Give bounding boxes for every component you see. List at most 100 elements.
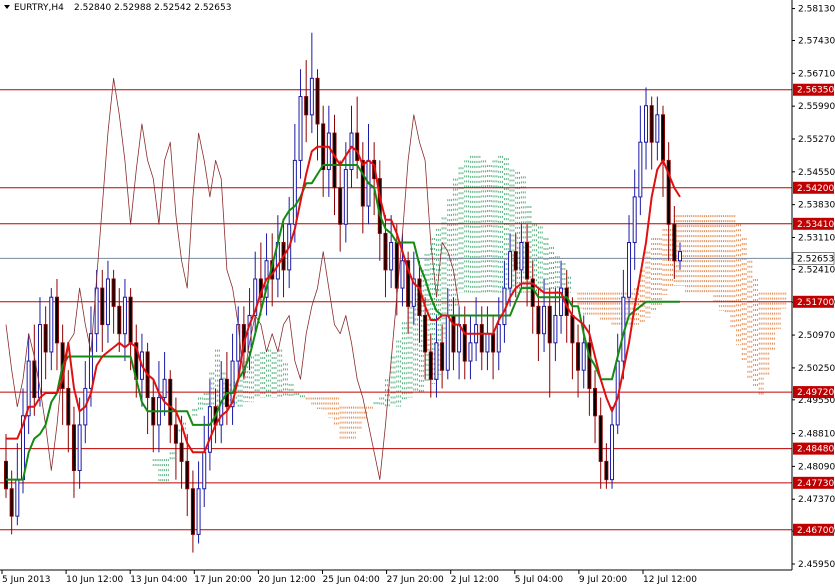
candle-body [417, 278, 422, 316]
candle-body [519, 242, 524, 271]
current-price-label: 2.52653 [797, 254, 834, 264]
candle-body [292, 159, 297, 225]
candle-body [43, 324, 48, 353]
candle-body [570, 314, 575, 344]
candle-body [236, 324, 241, 362]
level-price-label: 2.56350 [797, 86, 834, 96]
price-tick-label: 2.47370 [798, 495, 835, 505]
candle-body [678, 251, 682, 262]
level-price-label: 2.46700 [797, 526, 834, 536]
candle-body [179, 442, 184, 462]
candle-body [644, 105, 649, 143]
level-price-label: 2.51700 [797, 298, 834, 308]
time-tick-label: 27 Jun 20:00 [387, 575, 444, 584]
time-tick-label: 10 Jun 12:00 [66, 575, 123, 584]
candle-body [190, 488, 195, 535]
candle-body [434, 342, 439, 380]
candle-body [185, 460, 190, 490]
price-tick-label: 2.53830 [798, 201, 835, 211]
time-tick-label: 12 Jul 12:00 [643, 575, 697, 584]
time-tick-label: 13 Jun 04:00 [130, 575, 187, 584]
candle-body [162, 378, 167, 399]
candle-body [332, 132, 337, 189]
time-tick-label: 25 Jun 04:00 [323, 575, 380, 584]
candle-body [479, 324, 484, 353]
candle-body [593, 387, 598, 417]
candle-body [428, 351, 433, 380]
candle-body [649, 105, 654, 143]
candle-body [440, 342, 445, 371]
price-tick-label: 2.53110 [798, 233, 835, 243]
price-tick-label: 2.52410 [798, 265, 835, 275]
candle-body [581, 342, 586, 371]
price-tick-label: 2.48810 [798, 430, 835, 440]
candle-body [672, 223, 677, 262]
price-tick-label: 2.57430 [798, 36, 835, 46]
candle-body [598, 415, 603, 462]
candle-body [536, 305, 541, 335]
candle-body [423, 314, 428, 353]
time-tick-label: 17 Jun 20:00 [194, 575, 251, 584]
candle-body [343, 169, 348, 225]
candle-body [627, 242, 632, 298]
candle-body [304, 96, 309, 116]
time-tick-label: 5 Jul 04:00 [515, 575, 564, 584]
candle-body [128, 296, 133, 344]
candle-body [604, 460, 609, 481]
candle-body [173, 424, 178, 444]
price-tick-label: 2.58130 [798, 5, 835, 15]
candle-body [4, 460, 8, 490]
level-price-label: 2.54200 [797, 184, 834, 194]
candle-body [547, 305, 552, 344]
candle-body [576, 342, 581, 371]
price-tick-label: 2.56710 [798, 69, 835, 79]
candle-body [117, 305, 122, 335]
candle-body [105, 278, 110, 326]
price-tick-label: 2.55990 [798, 102, 835, 112]
price-tick-label: 2.50250 [798, 364, 835, 374]
price-tick-label: 2.55270 [798, 135, 835, 145]
level-price-label: 2.53410 [797, 220, 834, 230]
candle-body [383, 232, 388, 271]
candle-body [389, 242, 394, 271]
candle-body [491, 333, 496, 353]
candle-body [400, 260, 405, 289]
candle-body [525, 242, 530, 280]
candle-body [66, 387, 71, 426]
price-axis: 2.58130 2.57430 2.56710 2.55990 2.55270 2.545… [791, 0, 835, 570]
candle-body [638, 141, 643, 198]
ohlc-label: 2.52840 2.52988 2.52542 2.52653 [74, 3, 231, 13]
candle-body [610, 424, 615, 481]
time-axis: 5 Jun 2013 10 Jun 12:00 13 Jun 04:00 17 Jun… [0, 569, 792, 584]
candle-body [360, 159, 365, 207]
candle-body [468, 342, 473, 362]
candle-body [49, 296, 54, 353]
candle-body [54, 296, 59, 344]
candle-body [508, 251, 513, 289]
chart: 2.58130 2.57430 2.56710 2.55990 2.55270 2.545… [0, 0, 835, 584]
candle-body [32, 360, 37, 399]
candle-body [77, 424, 82, 472]
candle-body [338, 187, 343, 225]
candle-body [632, 196, 637, 244]
candle-body [542, 305, 547, 335]
price-chart: 2.58130 2.57430 2.56710 2.55990 2.55270 2.545… [0, 0, 835, 584]
time-tick-label: 20 Jun 12:00 [258, 575, 315, 584]
level-price-label: 2.47730 [797, 479, 834, 489]
candle-body [513, 251, 518, 271]
candle-body [315, 77, 320, 125]
candle-body [111, 278, 116, 307]
candle-body [553, 314, 558, 344]
candle-body [9, 488, 14, 517]
candle-body [445, 314, 450, 371]
price-tick-label: 2.48090 [798, 462, 835, 472]
price-tick-label: 2.54550 [798, 168, 835, 178]
candle-body [202, 451, 207, 490]
symbol-menu-chevron-icon[interactable] [4, 5, 10, 9]
candle-body [168, 378, 173, 426]
candle-body [661, 114, 666, 161]
candle-body [457, 324, 462, 353]
candle-body [496, 324, 501, 353]
level-price-label: 2.48480 [797, 445, 834, 455]
level-price-label: 2.49720 [797, 388, 834, 398]
